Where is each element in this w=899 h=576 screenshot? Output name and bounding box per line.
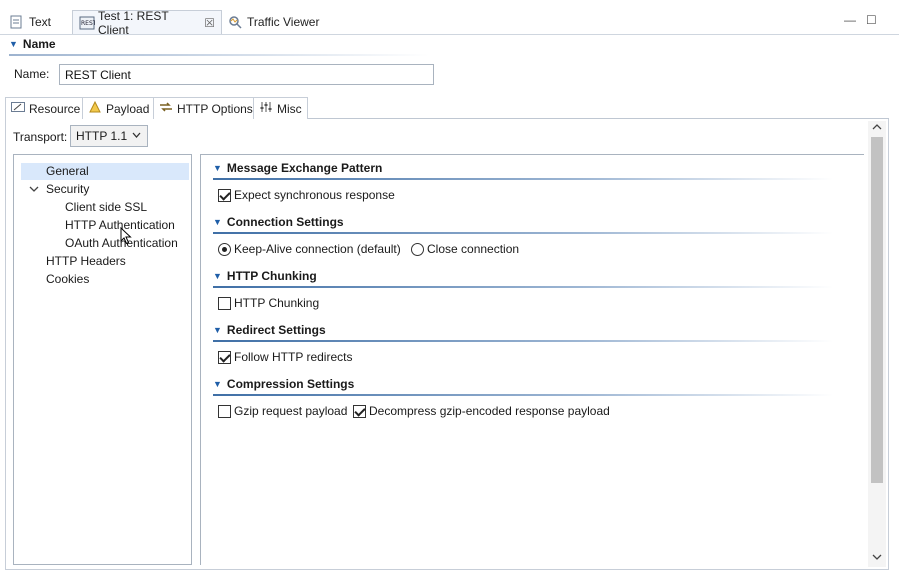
tab-label: Text: [29, 15, 52, 29]
group-title: Redirect Settings: [226, 323, 326, 337]
tab-label: Traffic Viewer: [247, 15, 320, 29]
tab-text[interactable]: Text: [4, 10, 57, 34]
radio-unselected[interactable]: [411, 242, 424, 256]
collapse-triangle-icon: ▼: [213, 379, 222, 389]
checkbox-checked[interactable]: [218, 350, 231, 364]
tab-traffic-viewer[interactable]: Traffic Viewer: [222, 10, 325, 34]
option-label: Close connection: [427, 242, 520, 256]
mouse-cursor-icon: [120, 226, 132, 248]
transport-dropdown[interactable]: HTTP 1.1: [70, 125, 148, 147]
tab-label: HTTP Options: [177, 101, 253, 116]
group-divider: [213, 340, 833, 342]
collapse-triangle-icon: ▼: [213, 271, 222, 281]
tab-label: Resource: [29, 101, 81, 116]
option-label: Expect synchronous response: [234, 188, 395, 202]
group-title: HTTP Chunking: [226, 269, 317, 283]
editor-tab-bar: Text REST Test 1: REST Client ☒ Traffic …: [0, 8, 899, 37]
tab-label: Test 1: REST Client: [98, 8, 169, 37]
tab-label: Payload: [106, 101, 150, 116]
rest-icon: REST: [79, 16, 97, 30]
http-chunking-checkbox[interactable]: HTTP Chunking: [218, 296, 319, 310]
options-tree: General Security Client side SSL HTTP Au…: [13, 154, 192, 565]
tab-label: Misc: [277, 101, 302, 116]
transport-label: Transport:: [13, 130, 68, 144]
svg-text:REST: REST: [81, 20, 95, 27]
tree-item-label: Security: [46, 182, 90, 196]
name-section-header[interactable]: ▼ Name: [9, 37, 56, 51]
group-header-redirect[interactable]: ▼ Redirect Settings: [213, 323, 326, 337]
tree-item-http-headers[interactable]: HTTP Headers: [46, 253, 126, 270]
group-title: Message Exchange Pattern: [226, 161, 383, 175]
chevron-down-icon[interactable]: [29, 184, 39, 197]
vertical-scrollbar[interactable]: [868, 121, 886, 567]
tree-item-label: General: [46, 164, 89, 178]
sliders-icon: [259, 101, 273, 116]
group-divider: [213, 232, 833, 234]
group-divider: [213, 178, 833, 180]
document-icon: [10, 15, 24, 29]
chevron-up-icon[interactable]: [872, 122, 882, 135]
section-divider: [9, 54, 429, 56]
close-icon[interactable]: ☒: [204, 16, 215, 30]
group-divider: [213, 286, 833, 288]
tab-rest-client[interactable]: REST Test 1: REST Client ☒: [72, 8, 222, 37]
tree-item-security[interactable]: Security: [46, 181, 89, 198]
checkbox-unchecked[interactable]: [218, 404, 231, 418]
tree-item-client-ssl[interactable]: Client side SSL: [65, 199, 147, 216]
tree-item-general[interactable]: General: [21, 163, 189, 180]
group-divider: [213, 394, 833, 396]
expect-sync-checkbox[interactable]: Expect synchronous response: [218, 188, 395, 202]
traffic-viewer-icon: [228, 15, 242, 29]
group-header-connection[interactable]: ▼ Connection Settings: [213, 215, 344, 229]
tree-item-cookies[interactable]: Cookies: [46, 271, 89, 288]
pencil-icon: [11, 102, 25, 115]
group-title: Connection Settings: [226, 215, 344, 229]
http-options-icon: [159, 101, 173, 116]
option-label: Follow HTTP redirects: [234, 350, 353, 364]
minimize-button[interactable]: —: [844, 13, 856, 27]
collapse-triangle-icon: ▼: [213, 163, 222, 173]
tab-misc[interactable]: Misc: [253, 97, 308, 119]
tab-resource[interactable]: Resource: [5, 97, 87, 119]
chevron-down-icon[interactable]: [872, 552, 882, 565]
section-title: Name: [22, 37, 56, 51]
tree-item-label: HTTP Headers: [46, 254, 126, 268]
chevron-down-icon: [132, 129, 141, 144]
gzip-request-checkbox[interactable]: Gzip request payload: [218, 404, 347, 418]
group-header-compression[interactable]: ▼ Compression Settings: [213, 377, 354, 391]
decompress-response-checkbox[interactable]: Decompress gzip-encoded response payload: [353, 404, 610, 418]
maximize-button[interactable]: ☐: [866, 13, 877, 27]
scrollbar-thumb[interactable]: [871, 137, 883, 483]
checkbox-checked[interactable]: [353, 404, 366, 418]
group-header-chunking[interactable]: ▼ HTTP Chunking: [213, 269, 317, 283]
option-label: Decompress gzip-encoded response payload: [369, 404, 610, 418]
payload-icon: [88, 100, 102, 117]
keepalive-radio[interactable]: Keep-Alive connection (default): [218, 242, 401, 256]
radio-selected[interactable]: [218, 242, 231, 256]
follow-redirects-checkbox[interactable]: Follow HTTP redirects: [218, 350, 352, 364]
name-field[interactable]: [59, 64, 434, 85]
option-label: HTTP Chunking: [234, 296, 320, 310]
tree-item-label: Cookies: [46, 272, 90, 286]
option-label: Gzip request payload: [234, 404, 348, 418]
collapse-triangle-icon: ▼: [213, 217, 222, 227]
inner-tab-strip: Resource Payload HTTP Options Misc: [5, 97, 889, 120]
option-label: Keep-Alive connection (default): [234, 242, 401, 256]
tree-item-label: Client side SSL: [65, 200, 148, 214]
tab-payload[interactable]: Payload: [82, 97, 156, 119]
close-connection-radio[interactable]: Close connection: [411, 242, 519, 256]
collapse-triangle-icon: ▼: [9, 39, 18, 49]
group-header-mep[interactable]: ▼ Message Exchange Pattern: [213, 161, 382, 175]
name-label: Name:: [14, 67, 50, 81]
transport-value: HTTP 1.1: [76, 129, 128, 143]
checkbox-unchecked[interactable]: [218, 296, 231, 310]
tab-http-options[interactable]: HTTP Options: [153, 97, 259, 120]
checkbox-checked[interactable]: [218, 188, 231, 202]
group-title: Compression Settings: [226, 377, 355, 391]
collapse-triangle-icon: ▼: [213, 325, 222, 335]
